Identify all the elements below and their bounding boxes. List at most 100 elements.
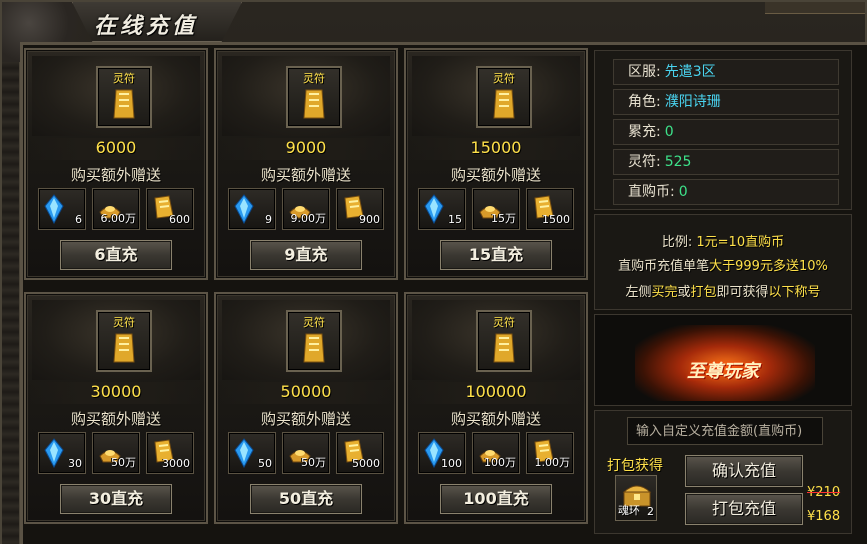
ratio-label: 比例: (661, 235, 697, 250)
ratio-value: 1元=10直购币 (696, 235, 785, 250)
gift-value: 900 (359, 213, 380, 226)
gift-ingot[interactable]: 15万 (472, 188, 520, 230)
gift-ingot[interactable]: 100万 (472, 432, 520, 474)
gift-value: 50 (258, 457, 272, 470)
package-display: 灵符 (412, 300, 580, 380)
gift-value: 9.00万 (290, 212, 327, 225)
package-card: 灵符 6000 购买额外赠送 6 6.00万 600 6直充 (24, 48, 208, 280)
pack-recharge-button[interactable]: 打包充值 (685, 493, 803, 525)
direct-recharge-button[interactable]: 6直充 (60, 240, 172, 270)
custom-amount-input[interactable] (627, 417, 823, 445)
gift-crystal[interactable]: 6 (38, 188, 86, 230)
rate-info-panel: 比例: 1元=10直购币 直购币充值单笔大于999元多送10% 左侧买完或打包即… (594, 214, 852, 310)
bonus-rule-value: 大于999元多送10% (709, 259, 828, 274)
original-price: ¥210 (807, 485, 841, 500)
package-amount: 50000 (216, 382, 396, 404)
package-amount: 100000 (406, 382, 586, 404)
package-item-slot[interactable]: 灵符 (286, 66, 342, 128)
title-rule-part4: 打包 (690, 285, 717, 300)
gift-value: 30 (68, 457, 82, 470)
title-rule-part3: 或 (677, 285, 691, 300)
gift-crystal[interactable]: 100 (418, 432, 466, 474)
direct-label: 直购币: (628, 184, 675, 200)
gold-talisman-icon (113, 89, 135, 119)
rate-line-ratio: 比例: 1元=10直购币 (595, 231, 851, 250)
gold-talisman-icon (303, 333, 325, 363)
gift-value: 600 (169, 213, 190, 226)
package-item-label: 灵符 (113, 316, 135, 329)
blue-crystal-icon (234, 194, 254, 224)
package-card: 灵符 30000 购买额外赠送 30 50万 3000 30直充 (24, 292, 208, 524)
pack-reward-label: 打包获得 (607, 458, 663, 474)
direct-recharge-button[interactable]: 9直充 (250, 240, 362, 270)
talisman-value: 525 (664, 154, 692, 170)
server-label: 区服: (628, 64, 661, 80)
package-amount: 15000 (406, 138, 586, 160)
package-card: 灵符 100000 购买额外赠送 100 100万 1.00万 100直充 (404, 292, 588, 524)
bonus-title: 购买额外赠送 (260, 410, 351, 428)
gift-talisman[interactable]: 900 (336, 188, 384, 230)
banner-title: 至尊玩家 (687, 361, 759, 382)
package-card: 灵符 9000 购买额外赠送 9 9.00万 900 9直充 (214, 48, 398, 280)
role-value: 濮阳诗珊 (664, 94, 721, 110)
gift-talisman[interactable]: 600 (146, 188, 194, 230)
gold-talisman-icon (113, 333, 135, 363)
package-item-label: 灵符 (493, 72, 515, 85)
package-item-slot[interactable]: 灵符 (286, 310, 342, 372)
package-display: 灵符 (222, 300, 390, 380)
role-label: 角色: (628, 94, 661, 110)
pack-item-count: 2 (647, 505, 654, 518)
gift-crystal[interactable]: 9 (228, 188, 276, 230)
gold-talisman-icon (303, 89, 325, 119)
pack-item-name: 魂环 (618, 504, 640, 517)
gift-talisman[interactable]: 1.00万 (526, 432, 574, 474)
gift-talisman[interactable]: 3000 (146, 432, 194, 474)
package-item-slot[interactable]: 灵符 (96, 66, 152, 128)
package-item-label: 灵符 (493, 316, 515, 329)
package-card: 灵符 50000 购买额外赠送 50 50万 5000 50直充 (214, 292, 398, 524)
gift-crystal[interactable]: 30 (38, 432, 86, 474)
total-recharge-row: 累充: 0 (613, 119, 839, 145)
gift-ingot[interactable]: 50万 (282, 432, 330, 474)
gift-ingot[interactable]: 9.00万 (282, 188, 330, 230)
rate-line-title: 左侧买完或打包即可获得以下称号 (595, 281, 851, 300)
direct-recharge-button[interactable]: 30直充 (60, 484, 172, 514)
role-row: 角色: 濮阳诗珊 (613, 89, 839, 115)
package-display: 灵符 (32, 56, 200, 136)
package-item-slot[interactable]: 灵符 (476, 310, 532, 372)
bonus-title: 购买额外赠送 (450, 410, 541, 428)
server-value: 先遣3区 (664, 64, 716, 80)
package-display: 灵符 (32, 300, 200, 380)
title-rule-part1: 左侧 (625, 285, 652, 300)
package-card: 灵符 15000 购买额外赠送 15 15万 1500 15直充 (404, 48, 588, 280)
bonus-title: 购买额外赠送 (70, 410, 161, 428)
gift-talisman[interactable]: 5000 (336, 432, 384, 474)
gift-crystal[interactable]: 50 (228, 432, 276, 474)
confirm-recharge-button[interactable]: 确认充值 (685, 455, 803, 487)
title-rule-part2: 买完 (651, 285, 678, 300)
title-rule-part5: 即可获得 (716, 285, 769, 300)
top-right-ornament (765, 2, 865, 14)
package-item-label: 灵符 (303, 316, 325, 329)
pack-reward-item[interactable]: 魂环 2 (615, 475, 657, 521)
gift-value: 6.00万 (100, 212, 137, 225)
gift-talisman[interactable]: 1500 (526, 188, 574, 230)
blue-crystal-icon (424, 194, 444, 224)
direct-coin-row: 直购币: 0 (613, 179, 839, 205)
gift-value: 100 (441, 457, 462, 470)
package-item-slot[interactable]: 灵符 (476, 66, 532, 128)
window-title: 在线充值 (94, 13, 199, 39)
bonus-title: 购买额外赠送 (70, 166, 161, 184)
package-item-slot[interactable]: 灵符 (96, 310, 152, 372)
gift-value: 1.00万 (534, 456, 571, 469)
package-amount: 9000 (216, 138, 396, 160)
direct-recharge-button[interactable]: 15直充 (440, 240, 552, 270)
direct-recharge-button[interactable]: 100直充 (440, 484, 552, 514)
gift-value: 50万 (111, 456, 136, 469)
blue-crystal-icon (44, 194, 64, 224)
gift-crystal[interactable]: 15 (418, 188, 466, 230)
gift-ingot[interactable]: 50万 (92, 432, 140, 474)
gift-ingot[interactable]: 6.00万 (92, 188, 140, 230)
direct-recharge-button[interactable]: 50直充 (250, 484, 362, 514)
package-item-label: 灵符 (113, 72, 135, 85)
